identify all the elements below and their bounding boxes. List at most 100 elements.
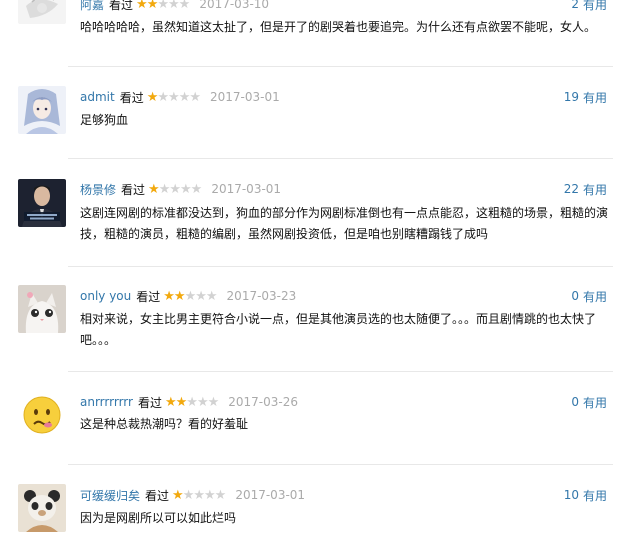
author-link[interactable]: 可缓缓归矣 bbox=[80, 487, 140, 504]
star-filled-icon: ★ bbox=[173, 288, 186, 304]
votes-useful[interactable]: 0 有用 bbox=[571, 288, 607, 304]
comment-text: 足够狗血 bbox=[80, 113, 129, 127]
votes-label: 有用 bbox=[582, 0, 607, 12]
watched-label: 看过 bbox=[145, 488, 170, 503]
star-filled-icon: ★ bbox=[146, 0, 159, 12]
comment-text: 这剧连网剧的标准都没达到，狗血的部分作为网剧标准倒也有一点点能忍，这粗糙的场景，… bbox=[80, 206, 609, 241]
divider bbox=[68, 266, 613, 267]
star-filled-icon: ★ bbox=[136, 0, 148, 12]
votes-useful[interactable]: 10 有用 bbox=[564, 487, 607, 503]
avatar[interactable] bbox=[18, 391, 66, 439]
author-link[interactable]: only you bbox=[80, 289, 131, 303]
watched-label: 看过 bbox=[137, 395, 162, 410]
rating-stars: ★ ★ ★ ★ ★ bbox=[164, 394, 220, 410]
rating-stars: ★ ★ ★ ★ ★ bbox=[136, 0, 191, 12]
avatar[interactable] bbox=[18, 179, 66, 227]
votes-count: 10 bbox=[563, 488, 579, 502]
votes-useful[interactable]: 22 有用 bbox=[564, 181, 607, 197]
votes-label: 有用 bbox=[582, 90, 607, 105]
divider bbox=[68, 66, 613, 67]
avatar[interactable] bbox=[18, 0, 66, 24]
comment-date: 2017-03-01 bbox=[210, 90, 280, 104]
comment-meta: 杨景修 看过 ★ ★ ★ ★ ★ 2017-03-01 bbox=[80, 181, 281, 197]
star-empty-icon: ★ bbox=[195, 288, 207, 304]
star-empty-icon: ★ bbox=[204, 487, 216, 503]
comment-date: 2017-03-23 bbox=[226, 289, 297, 303]
avatar[interactable] bbox=[18, 285, 66, 333]
star-empty-icon: ★ bbox=[178, 89, 191, 105]
bear-doll-icon bbox=[18, 484, 66, 532]
star-empty-icon: ★ bbox=[205, 288, 218, 304]
votes-count: 0 bbox=[571, 289, 579, 303]
star-filled-icon: ★ bbox=[163, 288, 175, 304]
rating-stars: ★ ★ ★ ★ ★ bbox=[172, 487, 227, 503]
votes-count: 2 bbox=[571, 0, 579, 11]
watched-label: 看过 bbox=[136, 289, 161, 304]
votes-label: 有用 bbox=[582, 289, 607, 304]
votes-count: 22 bbox=[563, 182, 579, 196]
votes-useful[interactable]: 0 有用 bbox=[571, 394, 607, 410]
comment-meta: only you 看过 ★ ★ ★ ★ ★ 2017-03-23 bbox=[80, 288, 296, 304]
watched-label: 看过 bbox=[119, 90, 144, 105]
divider bbox=[68, 371, 613, 372]
avatar[interactable] bbox=[18, 484, 66, 532]
star-empty-icon: ★ bbox=[184, 288, 197, 304]
star-empty-icon: ★ bbox=[182, 487, 195, 503]
avatar[interactable] bbox=[18, 86, 66, 134]
star-empty-icon: ★ bbox=[186, 394, 198, 410]
star-empty-icon: ★ bbox=[168, 89, 180, 105]
star-empty-icon: ★ bbox=[178, 0, 191, 12]
star-empty-icon: ★ bbox=[193, 487, 205, 503]
star-empty-icon: ★ bbox=[158, 181, 171, 197]
anime-girl-icon bbox=[18, 86, 66, 134]
comment-text: 相对来说，女主比男主更符合小说一点，但是其他演员选的也太随便了。。。而且剧情跳的… bbox=[80, 312, 597, 347]
star-empty-icon: ★ bbox=[157, 0, 169, 12]
comment-text: 哈哈哈哈哈，虽然知道这太扯了，但是开了的剧哭着也要追完。为什么还有点欲罢不能呢，… bbox=[80, 20, 597, 34]
star-filled-icon: ★ bbox=[172, 487, 184, 503]
comment-date: 2017-03-01 bbox=[211, 182, 282, 196]
star-filled-icon: ★ bbox=[146, 89, 159, 105]
votes-count: 19 bbox=[563, 90, 579, 104]
star-empty-icon: ★ bbox=[207, 394, 220, 410]
divider bbox=[68, 464, 613, 465]
star-filled-icon: ★ bbox=[164, 394, 177, 410]
star-empty-icon: ★ bbox=[157, 89, 169, 105]
star-empty-icon: ★ bbox=[190, 181, 203, 197]
comment-text: 这是种总裁热潮吗？看的好羞耻 bbox=[80, 417, 249, 431]
star-empty-icon: ★ bbox=[214, 487, 227, 503]
divider bbox=[68, 158, 613, 159]
star-filled-icon: ★ bbox=[148, 181, 160, 197]
white-cat-icon bbox=[18, 285, 66, 333]
sketch-portrait-icon bbox=[18, 0, 66, 24]
votes-label: 有用 bbox=[582, 395, 607, 410]
star-filled-icon: ★ bbox=[175, 394, 188, 410]
watched-label: 看过 bbox=[109, 0, 134, 12]
rating-stars: ★ ★ ★ ★ ★ bbox=[163, 288, 218, 304]
rating-stars: ★ ★ ★ ★ ★ bbox=[148, 181, 203, 197]
comment-meta: admit 看过 ★ ★ ★ ★ ★ 2017-03-01 bbox=[80, 89, 280, 105]
votes-label: 有用 bbox=[582, 488, 607, 503]
watched-label: 看过 bbox=[121, 182, 146, 197]
votes-useful[interactable]: 19 有用 bbox=[564, 89, 607, 105]
comment-meta: 可缓缓归矣 看过 ★ ★ ★ ★ ★ 2017-03-01 bbox=[80, 487, 305, 503]
man-in-suit-icon bbox=[18, 179, 66, 227]
votes-count: 0 bbox=[571, 395, 579, 409]
star-empty-icon: ★ bbox=[180, 181, 192, 197]
rating-stars: ★ ★ ★ ★ ★ bbox=[146, 89, 201, 105]
author-link[interactable]: admit bbox=[80, 90, 115, 104]
author-link[interactable]: anrrrrrrrr bbox=[80, 395, 133, 409]
confused-emoji-icon bbox=[18, 391, 66, 439]
star-empty-icon: ★ bbox=[196, 394, 209, 410]
author-link[interactable]: 杨景修 bbox=[80, 181, 116, 198]
star-empty-icon: ★ bbox=[169, 181, 181, 197]
author-link[interactable]: 阿嘉 bbox=[80, 0, 104, 13]
comment-date: 2017-03-26 bbox=[228, 395, 298, 409]
comment-date: 2017-03-10 bbox=[199, 0, 270, 11]
comment-meta: 阿嘉 看过 ★ ★ ★ ★ ★ 2017-03-10 bbox=[80, 0, 269, 12]
comment-text: 因为是网剧所以可以如此烂吗 bbox=[80, 511, 237, 525]
star-empty-icon: ★ bbox=[168, 0, 180, 12]
votes-useful[interactable]: 2 有用 bbox=[571, 0, 607, 12]
comment-date: 2017-03-01 bbox=[235, 488, 306, 502]
comment-meta: anrrrrrrrr 看过 ★ ★ ★ ★ ★ 2017-03-26 bbox=[80, 394, 298, 410]
star-empty-icon: ★ bbox=[189, 89, 201, 105]
